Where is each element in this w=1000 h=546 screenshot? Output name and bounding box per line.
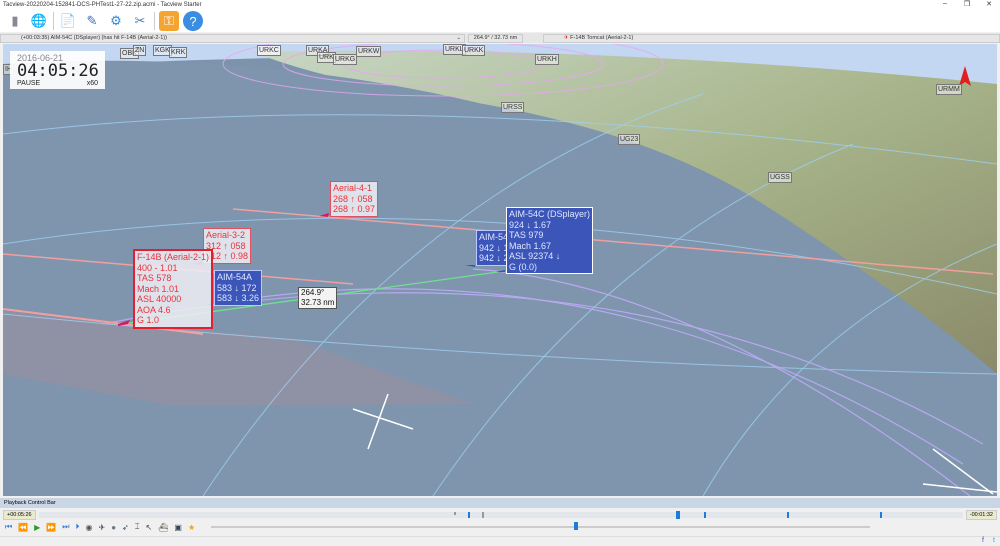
playback-state: PAUSE: [17, 80, 41, 87]
label-line: G (0.0): [509, 261, 538, 272]
close-button[interactable]: ✕: [978, 0, 1000, 8]
event-dropdown[interactable]: (+00:03:35) AIM-54C (DSplayer) (has hit …: [0, 33, 465, 43]
facebook-icon[interactable]: f: [982, 537, 984, 544]
remaining-time: -00:01:32: [965, 509, 997, 520]
label-line: Aerial-3-2: [206, 230, 246, 240]
label-line: F-14B (Aerial-2-1): [137, 252, 210, 262]
label-line: AIM-54A: [217, 272, 253, 282]
info-bar: (+00:03:35) AIM-54C (DSplayer) (has hit …: [0, 33, 1000, 43]
skip-start-icon[interactable]: ⏮: [5, 522, 12, 532]
airport-label: URMM: [936, 84, 962, 95]
twitter-icon[interactable]: t: [993, 537, 995, 544]
label-line: AIM-54C (DSplayer): [509, 209, 591, 219]
measure-readout: 264.9° 32.73 nm: [298, 287, 338, 309]
playback-speed: x60: [86, 80, 98, 87]
object-label-aim-54c[interactable]: AIM-54C (DSplayer) 924 ↓ 1.67 TAS 979 Mach …: [506, 207, 594, 274]
speed-slider[interactable]: [211, 522, 870, 530]
target-name: F-14B Tomcat (Aerial-2-1): [570, 34, 634, 41]
playback-title: Playback Control Bar: [4, 500, 56, 506]
event-text: (+00:03:35) AIM-54C (DSplayer) (has hit …: [21, 35, 167, 41]
title-bar: Tacview-20220204-152841-DCS-PHTest1-27-2…: [0, 0, 1000, 10]
playback-control-bar-header: Playback Control Bar: [0, 498, 1000, 508]
airport-label: URKH: [535, 54, 559, 65]
airport-label: URKC: [257, 45, 281, 56]
label-line: 583 ↓ 3.26: [217, 293, 260, 303]
object-label-aerial-4-1[interactable]: Aerial-4-1 268 ↑ 058 268 ↑ 0.97: [330, 181, 379, 217]
airport-label: URSS: [501, 102, 525, 113]
ship-icon[interactable]: ⛴: [158, 523, 168, 532]
divider: [154, 12, 155, 30]
star-icon[interactable]: ★: [188, 523, 195, 532]
measure-bearing: 264.9°: [301, 288, 325, 297]
label-line: AOA 4.6: [137, 304, 171, 315]
label-line: 942 ↓ 13: [479, 242, 507, 253]
label-line: 924 ↓ 1.67: [509, 219, 552, 230]
camera-icon[interactable]: ◉: [86, 523, 93, 532]
chevron-down-icon: ⌄: [456, 35, 461, 41]
missile-icon[interactable]: ➶: [122, 523, 129, 532]
target-object-field[interactable]: ✈ F-14B Tomcat (Aerial-2-1): [543, 33, 1000, 43]
label-line: 268 ↑ 0.97: [333, 204, 376, 214]
step-icon[interactable]: ⏵: [76, 522, 80, 532]
window-title: Tacview-20220204-152841-DCS-PHTest1-27-2…: [3, 2, 202, 8]
timeline-cursor[interactable]: [676, 510, 681, 519]
label-line: TAS 979: [509, 230, 544, 240]
measure-tool-icon[interactable]: ↖: [146, 523, 153, 532]
airport-label: URKW: [356, 46, 382, 57]
clock-panel: 2016-06-21 04:05:26 PAUSE x60: [10, 51, 105, 89]
tools-icon[interactable]: ✂: [130, 11, 150, 31]
bearing-range-field[interactable]: 264.9° / 32.73 nm: [468, 33, 523, 43]
label-line: Aerial-4-1: [333, 183, 373, 193]
globe-view-icon[interactable]: ●: [111, 523, 116, 532]
layers-icon[interactable]: ▣: [174, 523, 182, 532]
globe-icon[interactable]: 🌐: [29, 11, 49, 31]
divider: [53, 12, 54, 30]
key-icon[interactable]: ⚿: [159, 11, 179, 31]
label-line: Mach 1.01: [137, 283, 180, 294]
timeline-track[interactable]: [38, 510, 963, 519]
aircraft-view-icon[interactable]: ✈: [98, 523, 105, 532]
measure-distance: 32.73 nm: [301, 298, 335, 307]
airport-label: URKG: [333, 54, 358, 65]
label-line: G 1.0: [137, 315, 160, 325]
3d-view[interactable]: OBK ZN KGK KRK URKC URKA URK URKG URKW U…: [3, 44, 997, 496]
playback-controls: ⏮ ⏪ ▶ ⏩ ⏭ ⏵ ◉ ✈ ● ➶ ⌶ ↖ ⛴ ▣ ★: [0, 520, 1000, 534]
airport-label: ZN: [133, 45, 147, 56]
document-icon[interactable]: 📄: [58, 11, 78, 31]
usb-drive-icon[interactable]: ▮: [5, 11, 25, 31]
help-icon[interactable]: ?: [183, 11, 203, 31]
object-label-f14b[interactable]: F-14B (Aerial-2-1) 400 - 1.01 TAS 578 Mach …: [133, 249, 214, 329]
slider-thumb[interactable]: [573, 522, 578, 530]
main-toolbar: ▮ 🌐 📄 ✎ ⚙ ✂ ⚿ ?: [0, 10, 1000, 32]
label-line: 400 - 1.01: [137, 262, 178, 273]
time: 04:05:26: [17, 61, 99, 81]
label-line: 268 ↑ 058: [333, 193, 373, 204]
edit-icon[interactable]: ✎: [82, 11, 102, 31]
play-icon[interactable]: ▶: [34, 523, 40, 532]
label-line: ASL 92374 ↓: [509, 251, 561, 261]
label-line: TAS 578: [137, 273, 172, 283]
label-line: 942 ↓ 2.2: [479, 253, 507, 263]
restore-button[interactable]: ❐: [956, 0, 978, 8]
timeline: +00:05:26 -00:01:32: [0, 509, 1000, 520]
airport-label: URKK: [462, 45, 486, 56]
rewind-icon[interactable]: ⏪: [18, 523, 28, 532]
label-line: Mach 1.67: [509, 240, 552, 251]
skip-end-icon[interactable]: ⏭: [62, 522, 69, 532]
airport-label: UGSS: [768, 172, 792, 183]
airport-label: KRK: [169, 47, 188, 58]
minimize-button[interactable]: –: [934, 0, 956, 8]
airport-label: UG23: [618, 134, 641, 145]
fast-forward-icon[interactable]: ⏩: [46, 523, 56, 532]
object-label-aim-54a[interactable]: AIM-54A 583 ↓ 172 583 ↓ 3.26: [214, 270, 263, 306]
label-line: ASL 40000: [137, 294, 182, 304]
label-line: AIM-54A: [479, 232, 507, 242]
label-tool-icon[interactable]: ⌶: [135, 522, 140, 532]
object-label-aim-54a-2[interactable]: AIM-54A942 ↓ 13942 ↓ 2.2: [476, 230, 508, 266]
elapsed-time: +00:05:26: [3, 509, 36, 520]
status-bar: f t: [0, 536, 1000, 546]
gear-icon[interactable]: ⚙: [106, 11, 126, 31]
label-line: 583 ↓ 172: [217, 282, 257, 293]
